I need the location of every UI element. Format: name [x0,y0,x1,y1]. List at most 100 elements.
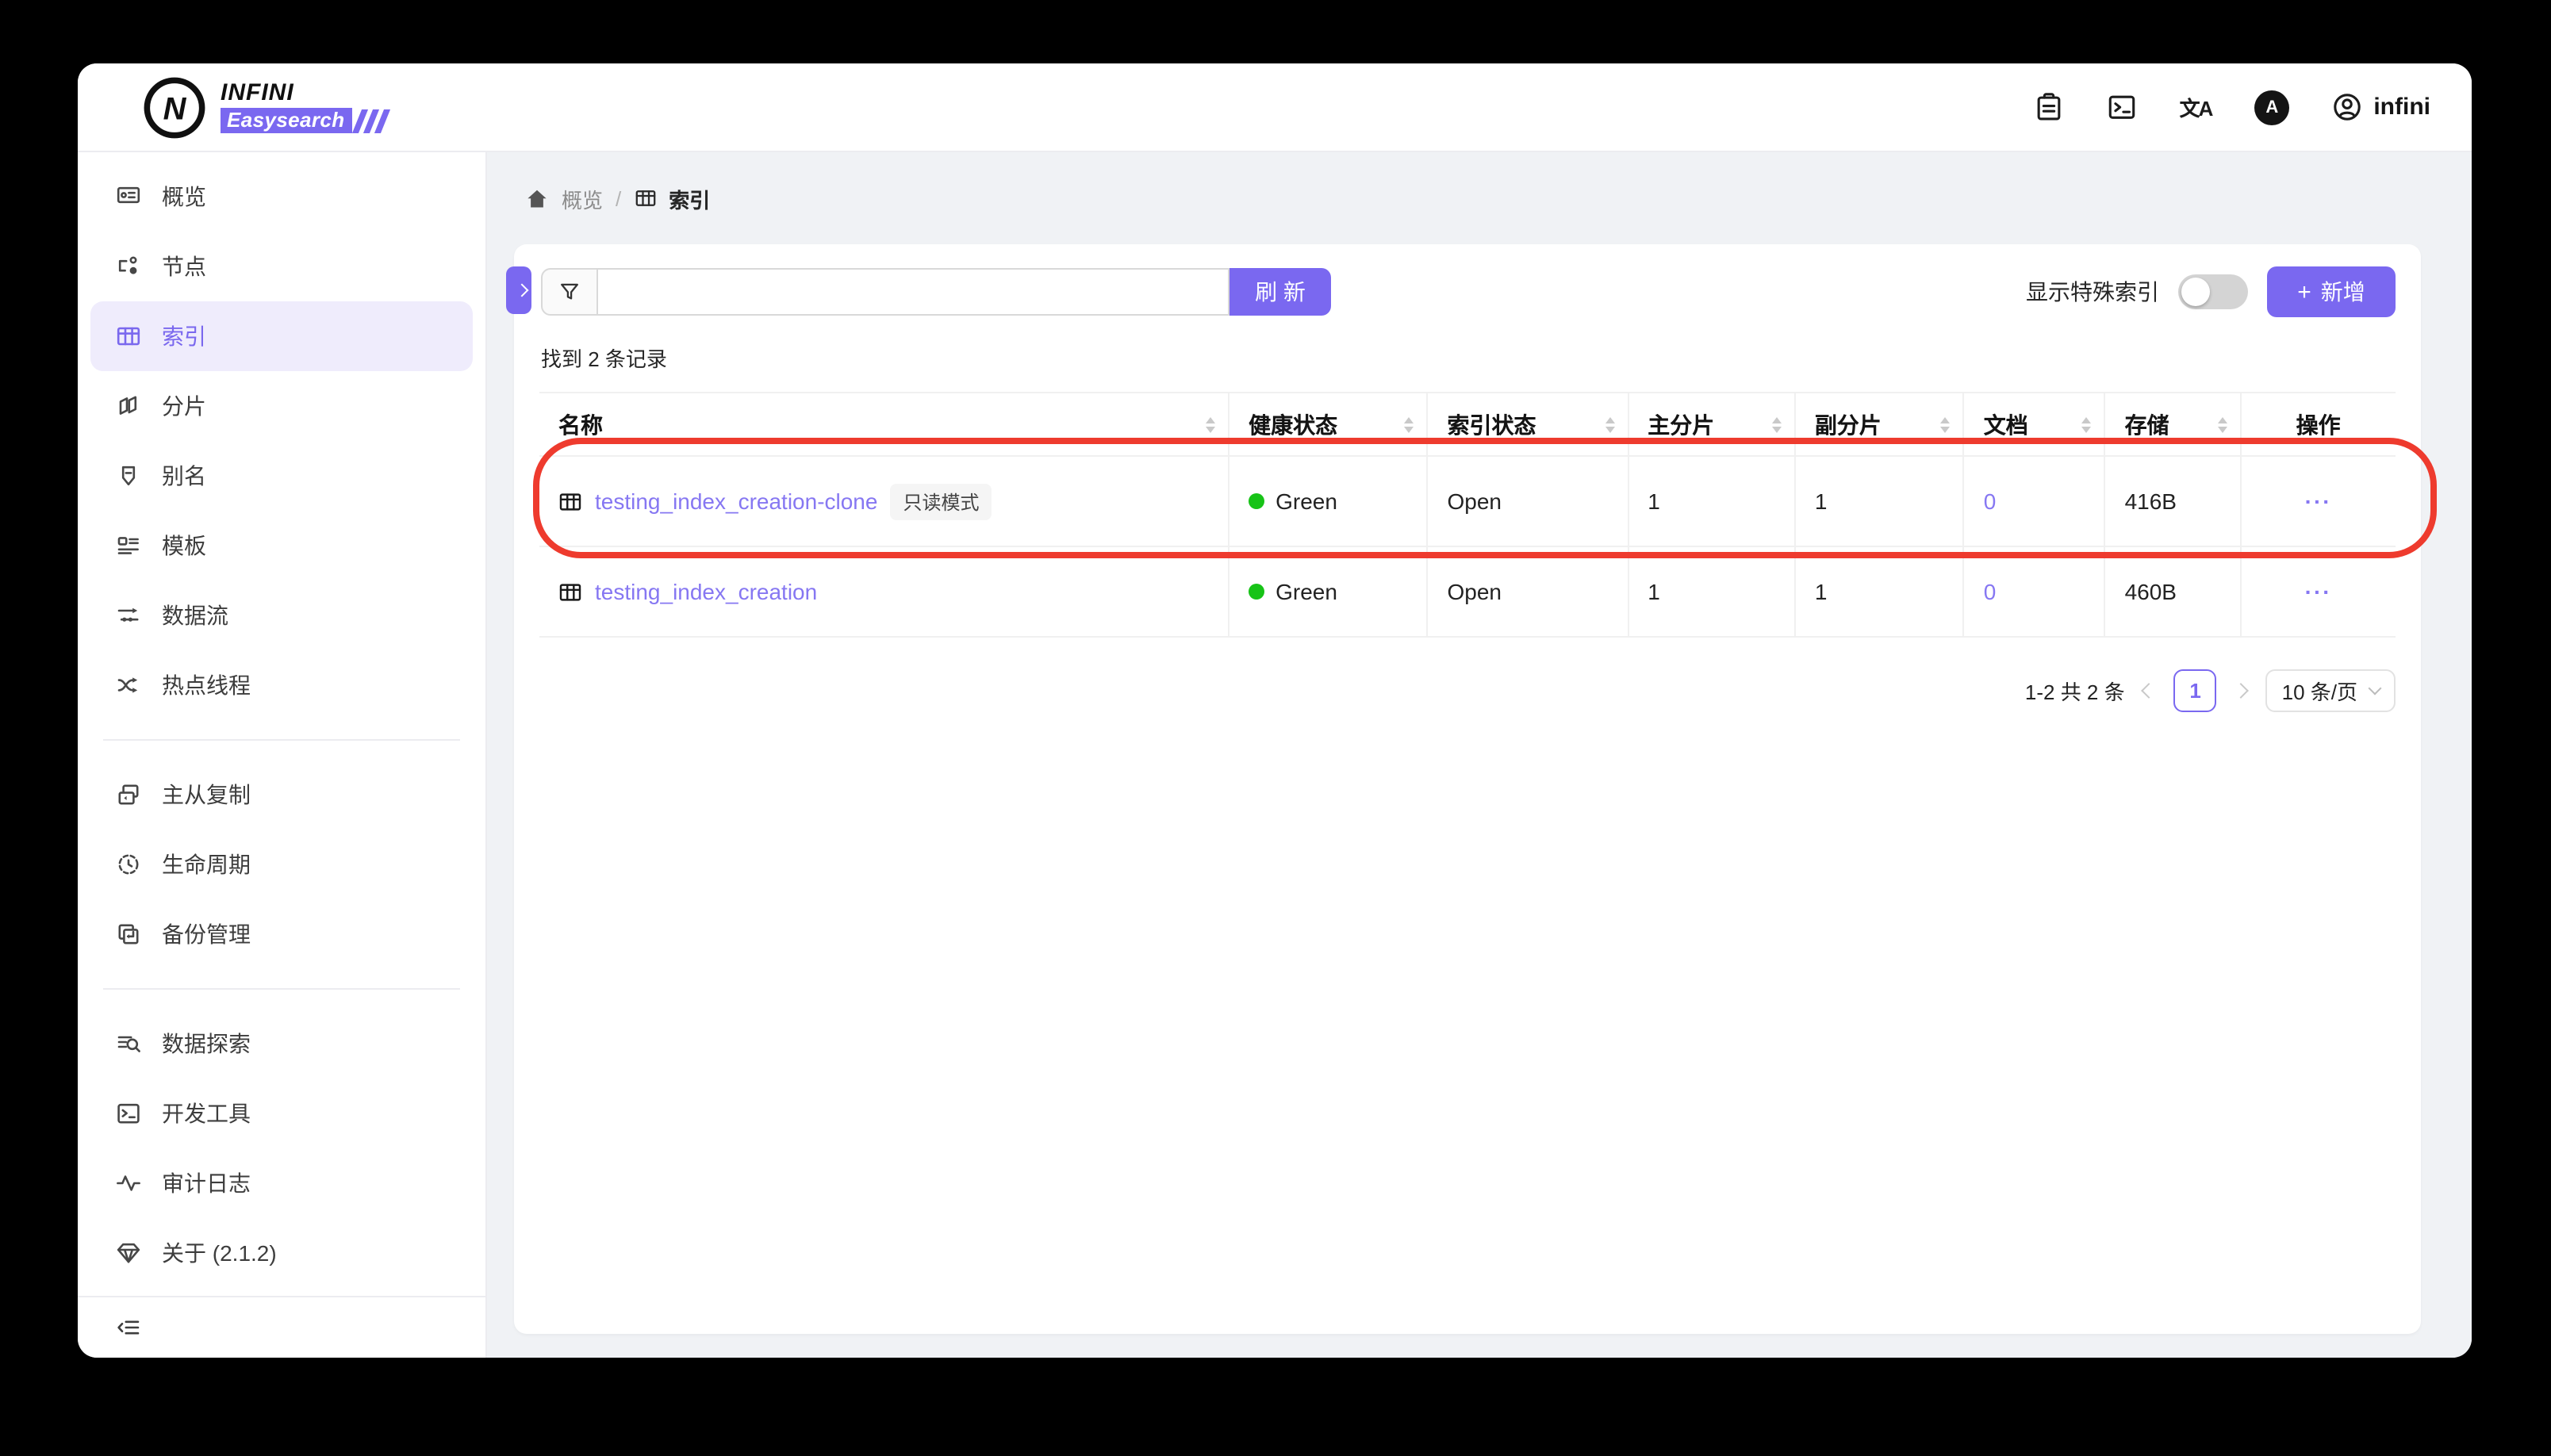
row-actions-button[interactable]: ··· [2239,457,2396,546]
page-size-value: 10 条/页 [2282,676,2357,706]
user-icon [2332,92,2362,122]
sidebar-item-overview[interactable]: 概览 [90,162,473,232]
top-bar: N INFINI Easysearch [78,63,2472,152]
logo-brand: INFINI [221,81,386,105]
filter-button[interactable] [541,268,598,316]
index-name-cell: testing_index_creation-clone 只读模式 [539,457,1228,546]
column-header-status[interactable]: 索引状态 [1427,393,1628,455]
translate-icon[interactable]: 文A [2180,92,2212,122]
docs-cell: 0 [1963,457,2104,546]
row-actions-button[interactable]: ··· [2239,547,2396,636]
sidebar-item-backup[interactable]: 备份管理 [90,899,473,969]
indices-table: 名称 健康状态 索引状态 主分片 副分片 文档 存储 操作 testing_in… [539,392,2396,638]
sidebar-collapse-button[interactable] [78,1296,485,1358]
sidebar-item-nodes[interactable]: 节点 [90,232,473,301]
index-name-link[interactable]: testing_index_creation-clone [595,489,877,514]
sort-icon[interactable] [1772,416,1782,432]
sidebar-item-alias[interactable]: 别名 [90,441,473,511]
sidebar-label: 数据流 [162,600,228,631]
sort-icon[interactable] [1605,416,1614,432]
replication-icon [116,782,141,807]
theme-toggle-icon[interactable]: A [2254,90,2289,125]
data-explore-icon [116,1031,141,1056]
sort-icon[interactable] [2217,416,2227,432]
primary-shards-cell: 1 [1627,547,1794,636]
index-name-link[interactable]: testing_index_creation [595,579,817,604]
column-header-docs[interactable]: 文档 [1963,393,2104,455]
column-header-storage[interactable]: 存储 [2104,393,2240,455]
search-input[interactable] [598,268,1229,316]
clipboard-icon[interactable] [2034,92,2064,122]
column-header-name[interactable]: 名称 [539,393,1228,455]
docs-count-link[interactable]: 0 [1984,579,1997,604]
svg-text:N: N [163,91,187,126]
indices-icon [116,324,141,349]
chevron-down-icon [2369,682,2382,695]
sidebar-label: 模板 [162,530,206,561]
sidebar-label: 开发工具 [162,1098,251,1129]
column-header-replica-shards[interactable]: 副分片 [1794,393,1963,455]
column-header-primary-shards[interactable]: 主分片 [1627,393,1794,455]
docs-count-link[interactable]: 0 [1984,489,1997,514]
sidebar-item-replication[interactable]: 主从复制 [90,760,473,830]
app-logo[interactable]: N INFINI Easysearch [78,74,487,140]
sidebar-item-shards[interactable]: 分片 [90,371,473,441]
user-menu[interactable]: infini [2332,92,2430,122]
sidebar-item-lifecycle[interactable]: 生命周期 [90,830,473,899]
logo-text: INFINI Easysearch [221,81,386,133]
sidebar-item-data-explore[interactable]: 数据探索 [90,1009,473,1079]
infini-logo-icon: N [141,74,208,140]
pagination-total: 1-2 共 2 条 [2025,676,2125,706]
screen: N INFINI Easysearch [0,0,2551,1456]
result-count: 找到 2 条记录 [541,343,2421,373]
page-size-select[interactable]: 10 条/页 [2266,669,2396,712]
sort-icon[interactable] [1206,416,1215,432]
sidebar-item-hot-threads[interactable]: 热点线程 [90,650,473,720]
sidebar-item-about[interactable]: 关于 (2.1.2) [90,1218,473,1288]
filter-panel-expand-button[interactable] [506,266,531,314]
index-name-cell: testing_index_creation [539,547,1228,636]
column-header-health[interactable]: 健康状态 [1228,393,1426,455]
show-special-indices-label: 显示特殊索引 [2026,276,2159,308]
funnel-icon [558,281,581,303]
sidebar-item-dev-tools[interactable]: 开发工具 [90,1079,473,1148]
sidebar-label: 备份管理 [162,918,251,950]
pagination: 1-2 共 2 条 1 10 条/页 [514,669,2396,712]
about-icon [116,1240,141,1266]
sidebar-item-indices[interactable]: 索引 [90,301,473,371]
sidebar-label: 分片 [162,390,206,422]
alias-icon [116,463,141,489]
home-icon[interactable] [525,186,549,210]
sidebar-item-templates[interactable]: 模板 [90,511,473,580]
sidebar-item-datastream[interactable]: 数据流 [90,580,473,650]
indices-panel: 刷 新 显示特殊索引 + 新增 找到 2 条记录 名称 [514,244,2421,1334]
toggle-knob [2181,278,2210,306]
sort-icon[interactable] [1405,416,1414,432]
show-special-indices-toggle[interactable] [2178,274,2248,309]
datastream-icon [116,603,141,628]
table-row: testing_index_creation Green Open 1 1 0 … [539,547,2396,638]
next-page-icon[interactable] [2234,683,2250,699]
sidebar-label: 数据探索 [162,1028,251,1059]
primary-shards-cell: 1 [1627,457,1794,546]
nodes-icon [116,254,141,279]
add-index-button[interactable]: + 新增 [2267,266,2396,317]
sidebar-label: 审计日志 [162,1167,251,1199]
sort-icon[interactable] [1941,416,1951,432]
refresh-button[interactable]: 刷 新 [1229,268,1331,316]
audit-log-icon [116,1171,141,1196]
storage-cell: 416B [2104,457,2240,546]
sidebar-label: 索引 [162,320,206,352]
toolbar-right: 显示特殊索引 + 新增 [2026,266,2396,317]
page-number-button[interactable]: 1 [2174,669,2217,712]
sort-icon[interactable] [2082,416,2092,432]
lifecycle-icon [116,852,141,877]
menu-fold-icon [116,1315,141,1340]
sidebar-label: 热点线程 [162,669,251,701]
overview-icon [116,184,141,209]
logo-slashes-icon [358,109,386,132]
prev-page-icon[interactable] [2142,683,2158,699]
breadcrumb-overview[interactable]: 概览 [562,183,603,213]
sidebar-item-audit-log[interactable]: 审计日志 [90,1148,473,1218]
terminal-icon[interactable] [2107,92,2137,122]
